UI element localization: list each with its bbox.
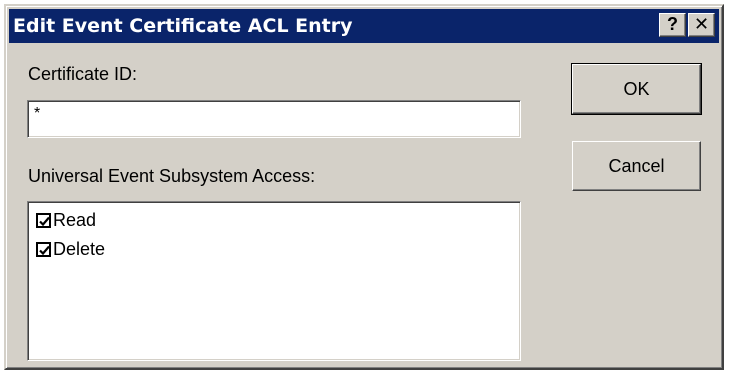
- ok-button[interactable]: OK: [571, 63, 702, 115]
- close-icon: ✕: [693, 14, 710, 34]
- title-bar[interactable]: Edit Event Certificate ACL Entry ? ✕: [9, 9, 719, 43]
- access-label: Universal Event Subsystem Access:: [28, 166, 316, 186]
- access-item-delete[interactable]: Delete: [36, 238, 105, 260]
- window-title: Edit Event Certificate ACL Entry: [13, 15, 353, 37]
- delete-label: Delete: [53, 238, 106, 259]
- certificate-id-label: Certificate ID:: [28, 64, 138, 84]
- help-icon: ?: [667, 14, 678, 34]
- checkmark-icon: [39, 245, 50, 255]
- close-button[interactable]: ✕: [688, 13, 715, 37]
- delete-checkbox[interactable]: [36, 241, 51, 257]
- access-item-read[interactable]: Read: [36, 209, 96, 231]
- read-checkbox[interactable]: [36, 212, 51, 228]
- cancel-button[interactable]: Cancel: [572, 141, 701, 191]
- read-label: Read: [53, 209, 97, 230]
- checkmark-icon: [39, 216, 50, 226]
- certificate-id-input[interactable]: *: [27, 100, 521, 138]
- help-button[interactable]: ?: [659, 13, 686, 37]
- edit-acl-dialog: Edit Event Certificate ACL Entry ? ✕ Cer…: [4, 4, 724, 370]
- access-list[interactable]: Read Delete: [27, 201, 521, 361]
- certificate-id-value: *: [34, 105, 41, 122]
